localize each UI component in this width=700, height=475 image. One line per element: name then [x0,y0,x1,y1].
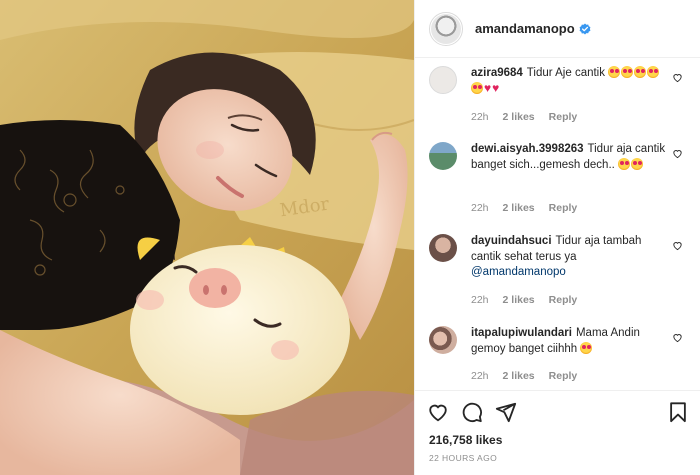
heart-outline-icon[interactable] [427,401,449,423]
reply-button[interactable]: Reply [549,294,578,306]
commenter-username[interactable]: dayuindahsuci [471,235,552,247]
post-header: amandamanopo [415,0,700,58]
star-eyes-emoji-icon [621,66,634,78]
commenter-username[interactable]: azira9684 [471,67,523,79]
star-eyes-emoji-icon [634,66,647,78]
star-eyes-emoji-icon [631,157,644,170]
emoji-group [618,157,644,171]
post-username[interactable]: amandamanopo [475,21,575,36]
commenter-avatar[interactable] [429,142,457,170]
star-eyes-emoji-icon [647,66,660,78]
comment-likes-count[interactable]: 2 likes [503,370,535,382]
emoji-group [580,341,593,355]
star-eyes-emoji-icon [471,81,483,94]
comment-like-heart-icon[interactable] [672,332,683,343]
comment-item: dayuindahsuci Tidur aja tambah cantik seh… [415,234,700,308]
commenter-username[interactable]: dewi.aisyah.3998263 [471,143,584,155]
comment-time: 22h [471,370,489,382]
comment-item: dewi.aisyah.3998263 Tidur aja cantik bang… [415,142,700,216]
comment-time: 22h [471,294,489,306]
commenter-avatar[interactable] [429,326,457,354]
comment-text: azira9684 Tidur Aje cantik ♥♥ [471,66,667,97]
reply-button[interactable]: Reply [549,370,578,382]
bookmark-icon[interactable] [667,401,689,423]
post-photo[interactable]: Mdor [0,0,414,475]
comment-item: azira9684 Tidur Aje cantik ♥♥ 22h 2 likes R… [415,66,700,132]
sleeping-woman-with-pig-plush-image: Mdor [0,0,414,475]
comment-like-heart-icon[interactable] [672,72,683,83]
red-heart-emoji-icon: ♥ [484,80,492,95]
red-heart-emoji-icon: ♥ [492,80,500,95]
comment-likes-count[interactable]: 2 likes [503,111,535,123]
comment-like-heart-icon[interactable] [672,148,683,159]
comment-text: dayuindahsuci Tidur aja tambah cantik seh… [471,234,667,281]
speech-bubble-icon[interactable] [461,401,483,423]
comment-likes-count[interactable]: 2 likes [503,202,535,214]
commenter-avatar[interactable] [429,66,457,94]
comment-like-heart-icon[interactable] [672,240,683,251]
post-sidebar: amandamanopo azira9684 Tidur Aje cantik ♥… [414,0,700,475]
profile-avatar[interactable] [429,11,463,46]
comment-mention-link[interactable]: @amandamanopo [471,266,566,278]
comment-meta: 22h 2 likes Reply [471,370,591,382]
comment-likes-count[interactable]: 2 likes [503,294,535,306]
action-icons [427,401,689,425]
comment-text: dewi.aisyah.3998263 Tidur aja cantik bang… [471,142,667,173]
star-eyes-emoji-icon [608,66,621,78]
comments-list[interactable]: azira9684 Tidur Aje cantik ♥♥ 22h 2 likes R… [415,58,700,390]
comment-message: Tidur Aje cantik [526,67,605,79]
comment-time: 22h [471,202,489,214]
reply-button[interactable]: Reply [549,111,578,123]
comment-meta: 22h 2 likes Reply [471,111,591,123]
comment-meta: 22h 2 likes Reply [471,294,591,306]
star-eyes-emoji-icon [580,341,593,354]
post-timestamp[interactable]: 22 HOURS AGO [429,453,497,463]
commenter-avatar[interactable] [429,234,457,262]
star-eyes-emoji-icon [618,157,631,170]
commenter-username[interactable]: itapalupiwulandari [471,327,572,339]
likes-count[interactable]: 216,758 likes [429,433,502,447]
comment-text: itapalupiwulandari Mama Andin gemoy bange… [471,326,667,357]
reply-button[interactable]: Reply [549,202,578,214]
verified-badge-icon [579,23,591,34]
comment-item: itapalupiwulandari Mama Andin gemoy bange… [415,326,700,388]
paper-plane-icon[interactable] [495,401,517,423]
avatar-image [431,13,461,44]
comment-time: 22h [471,111,489,123]
comment-meta: 22h 2 likes Reply [471,202,591,214]
post-actions: 216,758 likes 22 HOURS AGO [415,390,700,475]
